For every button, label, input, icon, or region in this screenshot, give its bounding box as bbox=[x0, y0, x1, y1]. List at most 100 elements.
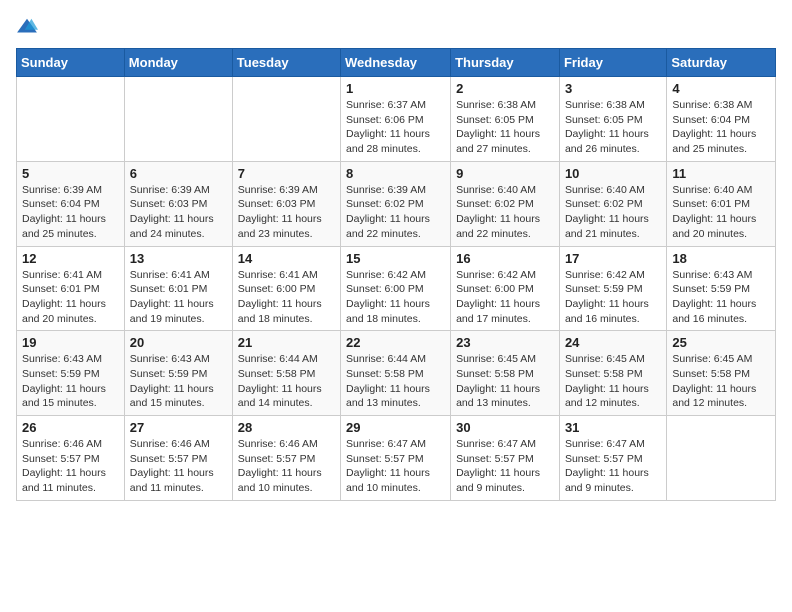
weekday-header-wednesday: Wednesday bbox=[341, 49, 451, 77]
weekday-header-tuesday: Tuesday bbox=[232, 49, 340, 77]
calendar-week-row: 12 Sunrise: 6:41 AMSunset: 6:01 PMDayligh… bbox=[17, 246, 776, 331]
day-info: Sunrise: 6:38 AMSunset: 6:05 PMDaylight:… bbox=[456, 98, 554, 157]
calendar-cell: 25 Sunrise: 6:45 AMSunset: 5:58 PMDayligh… bbox=[667, 331, 776, 416]
day-number: 31 bbox=[565, 420, 661, 435]
day-info: Sunrise: 6:46 AMSunset: 5:57 PMDaylight:… bbox=[22, 437, 119, 496]
weekday-header-thursday: Thursday bbox=[451, 49, 560, 77]
calendar-cell: 8 Sunrise: 6:39 AMSunset: 6:02 PMDaylight… bbox=[341, 161, 451, 246]
calendar-body: 1 Sunrise: 6:37 AMSunset: 6:06 PMDaylight… bbox=[17, 77, 776, 501]
day-info: Sunrise: 6:45 AMSunset: 5:58 PMDaylight:… bbox=[672, 352, 770, 411]
day-info: Sunrise: 6:39 AMSunset: 6:03 PMDaylight:… bbox=[238, 183, 335, 242]
day-info: Sunrise: 6:43 AMSunset: 5:59 PMDaylight:… bbox=[22, 352, 119, 411]
day-number: 12 bbox=[22, 251, 119, 266]
day-number: 8 bbox=[346, 166, 445, 181]
day-info: Sunrise: 6:43 AMSunset: 5:59 PMDaylight:… bbox=[672, 268, 770, 327]
calendar-cell: 9 Sunrise: 6:40 AMSunset: 6:02 PMDaylight… bbox=[451, 161, 560, 246]
day-number: 10 bbox=[565, 166, 661, 181]
day-number: 23 bbox=[456, 335, 554, 350]
calendar-cell: 19 Sunrise: 6:43 AMSunset: 5:59 PMDayligh… bbox=[17, 331, 125, 416]
day-number: 1 bbox=[346, 81, 445, 96]
day-info: Sunrise: 6:45 AMSunset: 5:58 PMDaylight:… bbox=[565, 352, 661, 411]
day-number: 30 bbox=[456, 420, 554, 435]
day-number: 21 bbox=[238, 335, 335, 350]
day-info: Sunrise: 6:39 AMSunset: 6:02 PMDaylight:… bbox=[346, 183, 445, 242]
day-info: Sunrise: 6:44 AMSunset: 5:58 PMDaylight:… bbox=[238, 352, 335, 411]
calendar-cell: 10 Sunrise: 6:40 AMSunset: 6:02 PMDayligh… bbox=[559, 161, 666, 246]
calendar-cell: 1 Sunrise: 6:37 AMSunset: 6:06 PMDaylight… bbox=[341, 77, 451, 162]
calendar-cell: 23 Sunrise: 6:45 AMSunset: 5:58 PMDayligh… bbox=[451, 331, 560, 416]
day-number: 15 bbox=[346, 251, 445, 266]
calendar-cell: 5 Sunrise: 6:39 AMSunset: 6:04 PMDaylight… bbox=[17, 161, 125, 246]
day-info: Sunrise: 6:47 AMSunset: 5:57 PMDaylight:… bbox=[565, 437, 661, 496]
calendar-cell: 29 Sunrise: 6:47 AMSunset: 5:57 PMDayligh… bbox=[341, 416, 451, 501]
day-info: Sunrise: 6:42 AMSunset: 5:59 PMDaylight:… bbox=[565, 268, 661, 327]
calendar-cell: 2 Sunrise: 6:38 AMSunset: 6:05 PMDaylight… bbox=[451, 77, 560, 162]
day-info: Sunrise: 6:39 AMSunset: 6:04 PMDaylight:… bbox=[22, 183, 119, 242]
calendar-header: SundayMondayTuesdayWednesdayThursdayFrid… bbox=[17, 49, 776, 77]
calendar-cell: 22 Sunrise: 6:44 AMSunset: 5:58 PMDayligh… bbox=[341, 331, 451, 416]
logo-icon bbox=[16, 16, 38, 38]
day-info: Sunrise: 6:45 AMSunset: 5:58 PMDaylight:… bbox=[456, 352, 554, 411]
calendar-table: SundayMondayTuesdayWednesdayThursdayFrid… bbox=[16, 48, 776, 501]
day-info: Sunrise: 6:47 AMSunset: 5:57 PMDaylight:… bbox=[346, 437, 445, 496]
day-info: Sunrise: 6:37 AMSunset: 6:06 PMDaylight:… bbox=[346, 98, 445, 157]
calendar-cell: 12 Sunrise: 6:41 AMSunset: 6:01 PMDayligh… bbox=[17, 246, 125, 331]
day-number: 29 bbox=[346, 420, 445, 435]
day-number: 3 bbox=[565, 81, 661, 96]
day-info: Sunrise: 6:41 AMSunset: 6:01 PMDaylight:… bbox=[22, 268, 119, 327]
day-number: 19 bbox=[22, 335, 119, 350]
day-info: Sunrise: 6:42 AMSunset: 6:00 PMDaylight:… bbox=[346, 268, 445, 327]
calendar-cell: 11Sunrise: 6:40 AMSunset: 6:01 PMDayligh… bbox=[667, 161, 776, 246]
page-header bbox=[16, 16, 776, 38]
day-number: 18 bbox=[672, 251, 770, 266]
day-number: 6 bbox=[130, 166, 227, 181]
calendar-cell bbox=[667, 416, 776, 501]
day-number: 17 bbox=[565, 251, 661, 266]
weekday-header-sunday: Sunday bbox=[17, 49, 125, 77]
day-info: Sunrise: 6:40 AMSunset: 6:01 PMDaylight:… bbox=[672, 183, 770, 242]
day-number: 25 bbox=[672, 335, 770, 350]
day-info: Sunrise: 6:46 AMSunset: 5:57 PMDaylight:… bbox=[130, 437, 227, 496]
calendar-cell: 6 Sunrise: 6:39 AMSunset: 6:03 PMDaylight… bbox=[124, 161, 232, 246]
weekday-header-friday: Friday bbox=[559, 49, 666, 77]
calendar-cell: 17 Sunrise: 6:42 AMSunset: 5:59 PMDayligh… bbox=[559, 246, 666, 331]
day-number: 2 bbox=[456, 81, 554, 96]
calendar-cell: 16Sunrise: 6:42 AMSunset: 6:00 PMDayligh… bbox=[451, 246, 560, 331]
weekday-header-row: SundayMondayTuesdayWednesdayThursdayFrid… bbox=[17, 49, 776, 77]
day-number: 13 bbox=[130, 251, 227, 266]
calendar-cell: 4Sunrise: 6:38 AMSunset: 6:04 PMDaylight… bbox=[667, 77, 776, 162]
day-info: Sunrise: 6:41 AMSunset: 6:01 PMDaylight:… bbox=[130, 268, 227, 327]
day-info: Sunrise: 6:44 AMSunset: 5:58 PMDaylight:… bbox=[346, 352, 445, 411]
day-number: 4 bbox=[672, 81, 770, 96]
calendar-cell: 3Sunrise: 6:38 AMSunset: 6:05 PMDaylight… bbox=[559, 77, 666, 162]
day-number: 24 bbox=[565, 335, 661, 350]
day-info: Sunrise: 6:40 AMSunset: 6:02 PMDaylight:… bbox=[565, 183, 661, 242]
calendar-week-row: 5 Sunrise: 6:39 AMSunset: 6:04 PMDaylight… bbox=[17, 161, 776, 246]
calendar-cell: 20Sunrise: 6:43 AMSunset: 5:59 PMDayligh… bbox=[124, 331, 232, 416]
day-number: 16 bbox=[456, 251, 554, 266]
day-info: Sunrise: 6:41 AMSunset: 6:00 PMDaylight:… bbox=[238, 268, 335, 327]
day-number: 22 bbox=[346, 335, 445, 350]
day-number: 28 bbox=[238, 420, 335, 435]
day-info: Sunrise: 6:40 AMSunset: 6:02 PMDaylight:… bbox=[456, 183, 554, 242]
day-number: 26 bbox=[22, 420, 119, 435]
calendar-cell: 15 Sunrise: 6:42 AMSunset: 6:00 PMDayligh… bbox=[341, 246, 451, 331]
day-number: 5 bbox=[22, 166, 119, 181]
day-number: 27 bbox=[130, 420, 227, 435]
calendar-cell: 7Sunrise: 6:39 AMSunset: 6:03 PMDaylight… bbox=[232, 161, 340, 246]
calendar-cell bbox=[17, 77, 125, 162]
day-number: 9 bbox=[456, 166, 554, 181]
calendar-cell bbox=[124, 77, 232, 162]
day-info: Sunrise: 6:47 AMSunset: 5:57 PMDaylight:… bbox=[456, 437, 554, 496]
weekday-header-monday: Monday bbox=[124, 49, 232, 77]
calendar-cell bbox=[232, 77, 340, 162]
calendar-cell: 21 Sunrise: 6:44 AMSunset: 5:58 PMDayligh… bbox=[232, 331, 340, 416]
logo bbox=[16, 16, 42, 38]
calendar-cell: 26 Sunrise: 6:46 AMSunset: 5:57 PMDayligh… bbox=[17, 416, 125, 501]
day-info: Sunrise: 6:39 AMSunset: 6:03 PMDaylight:… bbox=[130, 183, 227, 242]
day-number: 20 bbox=[130, 335, 227, 350]
calendar-cell: 27 Sunrise: 6:46 AMSunset: 5:57 PMDayligh… bbox=[124, 416, 232, 501]
day-number: 14 bbox=[238, 251, 335, 266]
calendar-week-row: 19 Sunrise: 6:43 AMSunset: 5:59 PMDayligh… bbox=[17, 331, 776, 416]
calendar-cell: 30 Sunrise: 6:47 AMSunset: 5:57 PMDayligh… bbox=[451, 416, 560, 501]
